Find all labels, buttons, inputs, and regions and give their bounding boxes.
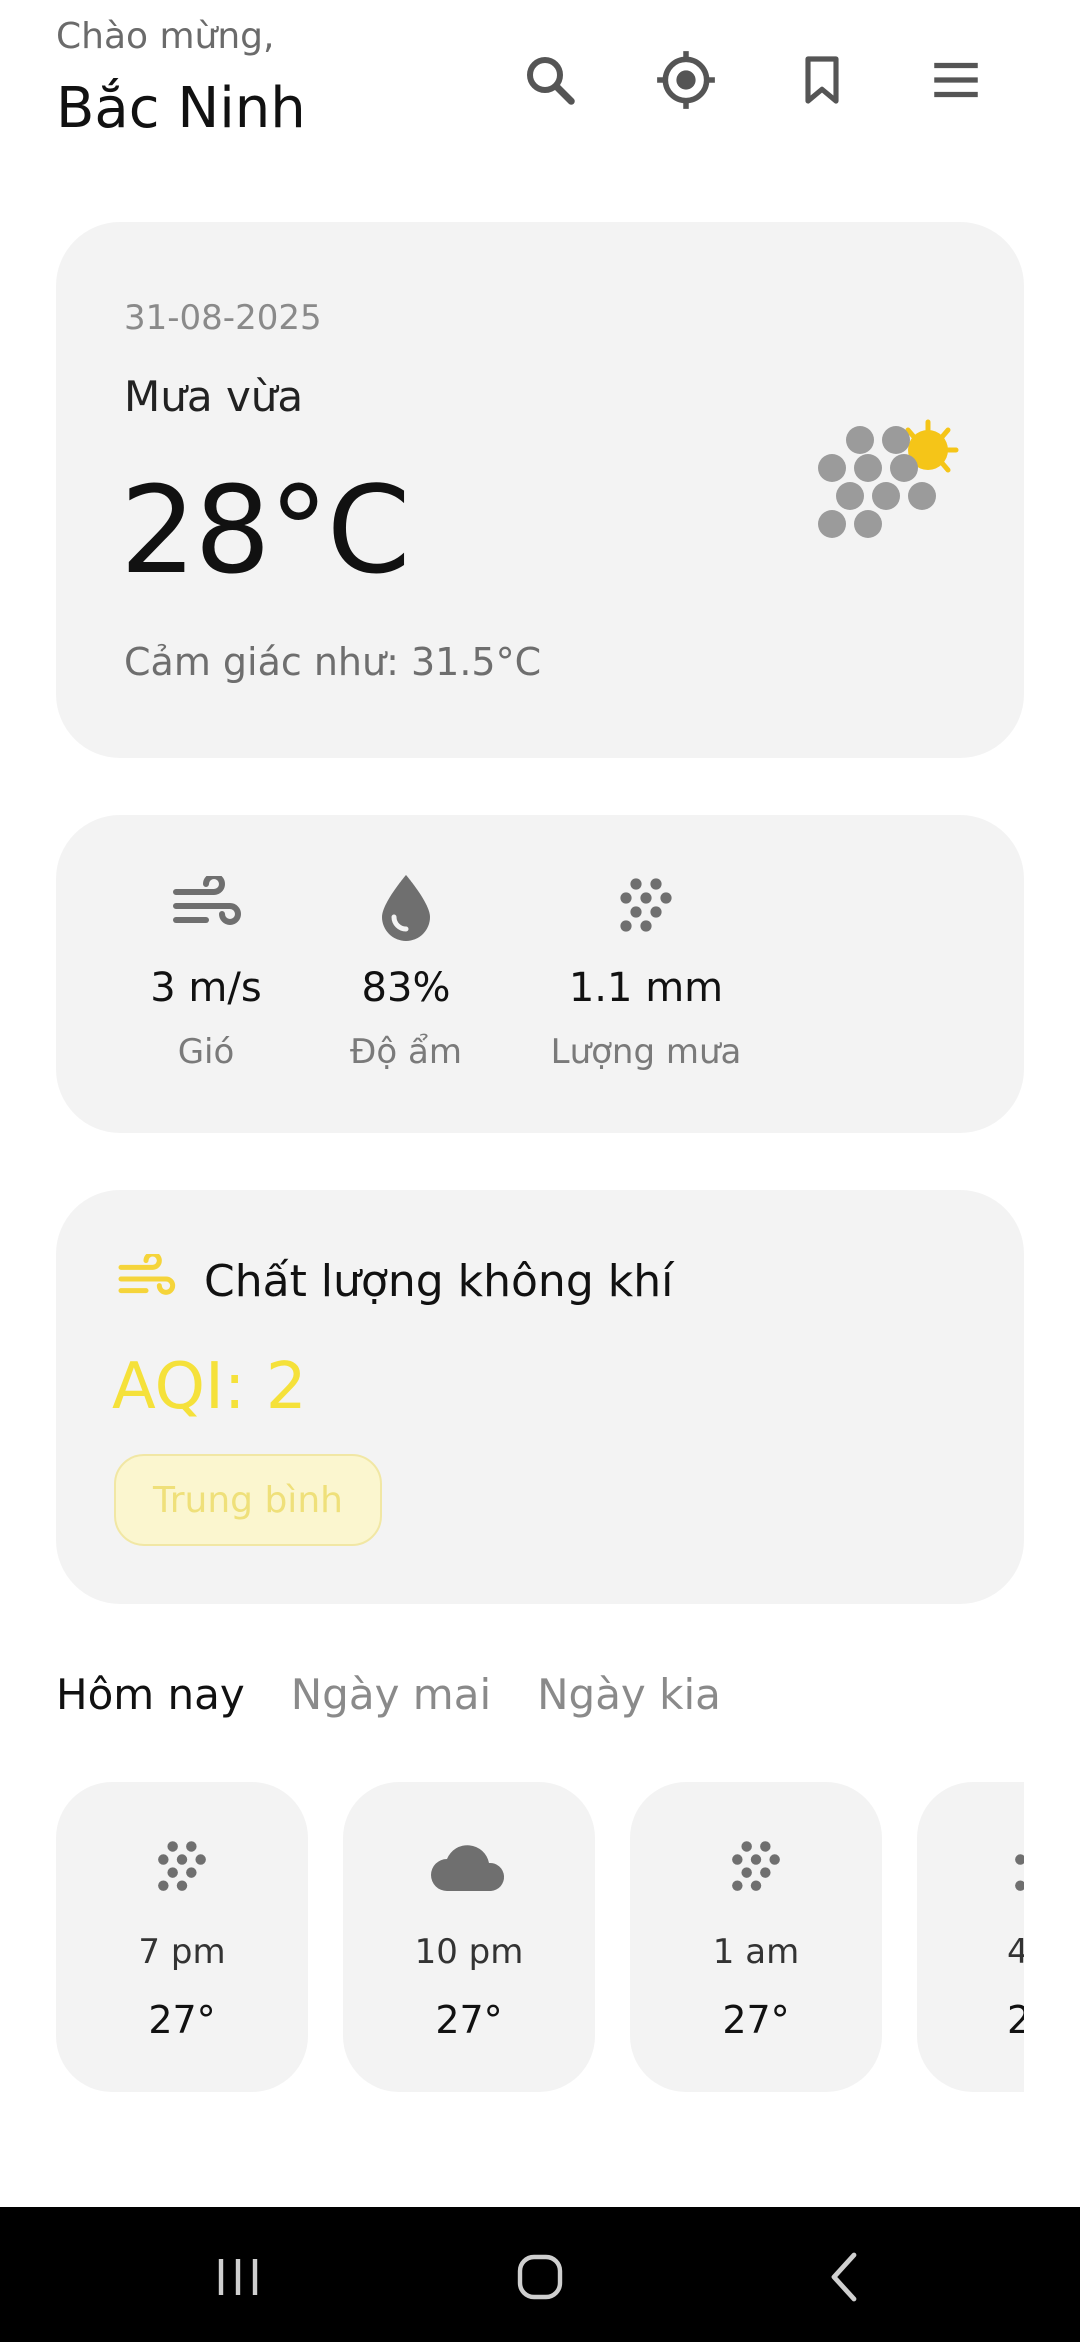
aqi-status-badge: Trung bình xyxy=(114,1454,382,1546)
hourly-time: 4 xyxy=(1007,1932,1024,1972)
rain-dots-icon xyxy=(496,871,796,941)
menu-icon[interactable] xyxy=(916,40,996,120)
air-quality-card[interactable]: Chất lượng không khí AQI: 2 Trung bình xyxy=(56,1190,1024,1604)
weather-condition: Mưa vừa xyxy=(124,372,304,421)
hourly-temp: 2 xyxy=(1007,1998,1024,2042)
weather-app: Chào mừng, Bắc Ninh 31-08-2025 Mưa vừa 2… xyxy=(0,0,1080,2342)
home-icon[interactable] xyxy=(480,2237,600,2317)
cloud-icon xyxy=(343,1832,595,1902)
rain-dots-icon xyxy=(56,1832,308,1902)
current-temperature: 28°C xyxy=(120,462,410,601)
hourly-card[interactable]: 7 pm 27° xyxy=(56,1782,308,2092)
hourly-forecast-list[interactable]: 7 pm 27° 10 pm 27° 1 am 27° 4 2 xyxy=(56,1782,1024,2092)
weather-stats-card: 3 m/s Gió 83% Độ ẩm 1.1 mm Lượng mưa xyxy=(56,815,1024,1133)
city-name: Bắc Ninh xyxy=(56,76,306,141)
feels-like-text: Cảm giác như: 31.5°C xyxy=(124,640,542,684)
current-weather-card: 31-08-2025 Mưa vừa 28°C Cảm giác như: 31… xyxy=(56,222,1024,758)
rain-dots-icon xyxy=(630,1832,882,1902)
greeting-text: Chào mừng, xyxy=(56,16,275,57)
rain-dots-icon xyxy=(917,1832,1024,1902)
stat-rainfall: 1.1 mm Lượng mưa xyxy=(496,815,796,1133)
hourly-temp: 27° xyxy=(435,1998,503,2042)
rainfall-value: 1.1 mm xyxy=(568,965,724,1011)
back-icon[interactable] xyxy=(784,2237,904,2317)
aqi-title: Chất lượng không khí xyxy=(204,1255,674,1307)
rainfall-label: Lượng mưa xyxy=(550,1032,742,1072)
tab-day-after[interactable]: Ngày kia xyxy=(537,1670,721,1719)
hourly-time: 7 pm xyxy=(138,1932,226,1972)
current-date: 31-08-2025 xyxy=(124,298,322,338)
forecast-day-tabs: Hôm nay Ngày mai Ngày kia xyxy=(56,1670,721,1719)
location-target-icon[interactable] xyxy=(646,40,726,120)
hourly-card[interactable]: 4 2 xyxy=(917,1782,1024,2092)
hourly-card[interactable]: 10 pm 27° xyxy=(343,1782,595,2092)
system-navigation-bar xyxy=(0,2207,1080,2342)
bookmark-icon[interactable] xyxy=(782,40,862,120)
hourly-card[interactable]: 1 am 27° xyxy=(630,1782,882,2092)
tab-today[interactable]: Hôm nay xyxy=(56,1670,245,1719)
header: Chào mừng, Bắc Ninh xyxy=(0,0,1080,180)
hourly-time: 10 pm xyxy=(414,1932,524,1972)
aqi-value: AQI: 2 xyxy=(112,1350,307,1424)
tab-tomorrow[interactable]: Ngày mai xyxy=(291,1670,491,1719)
rain-sun-icon xyxy=(796,412,976,572)
hourly-temp: 27° xyxy=(148,1998,216,2042)
aqi-header: Chất lượng không khí xyxy=(116,1251,674,1308)
search-icon[interactable] xyxy=(510,40,590,120)
hourly-temp: 27° xyxy=(722,1998,790,2042)
hourly-time: 1 am xyxy=(712,1932,800,1972)
recent-apps-icon[interactable] xyxy=(178,2237,298,2317)
wind-icon xyxy=(116,1251,176,1308)
